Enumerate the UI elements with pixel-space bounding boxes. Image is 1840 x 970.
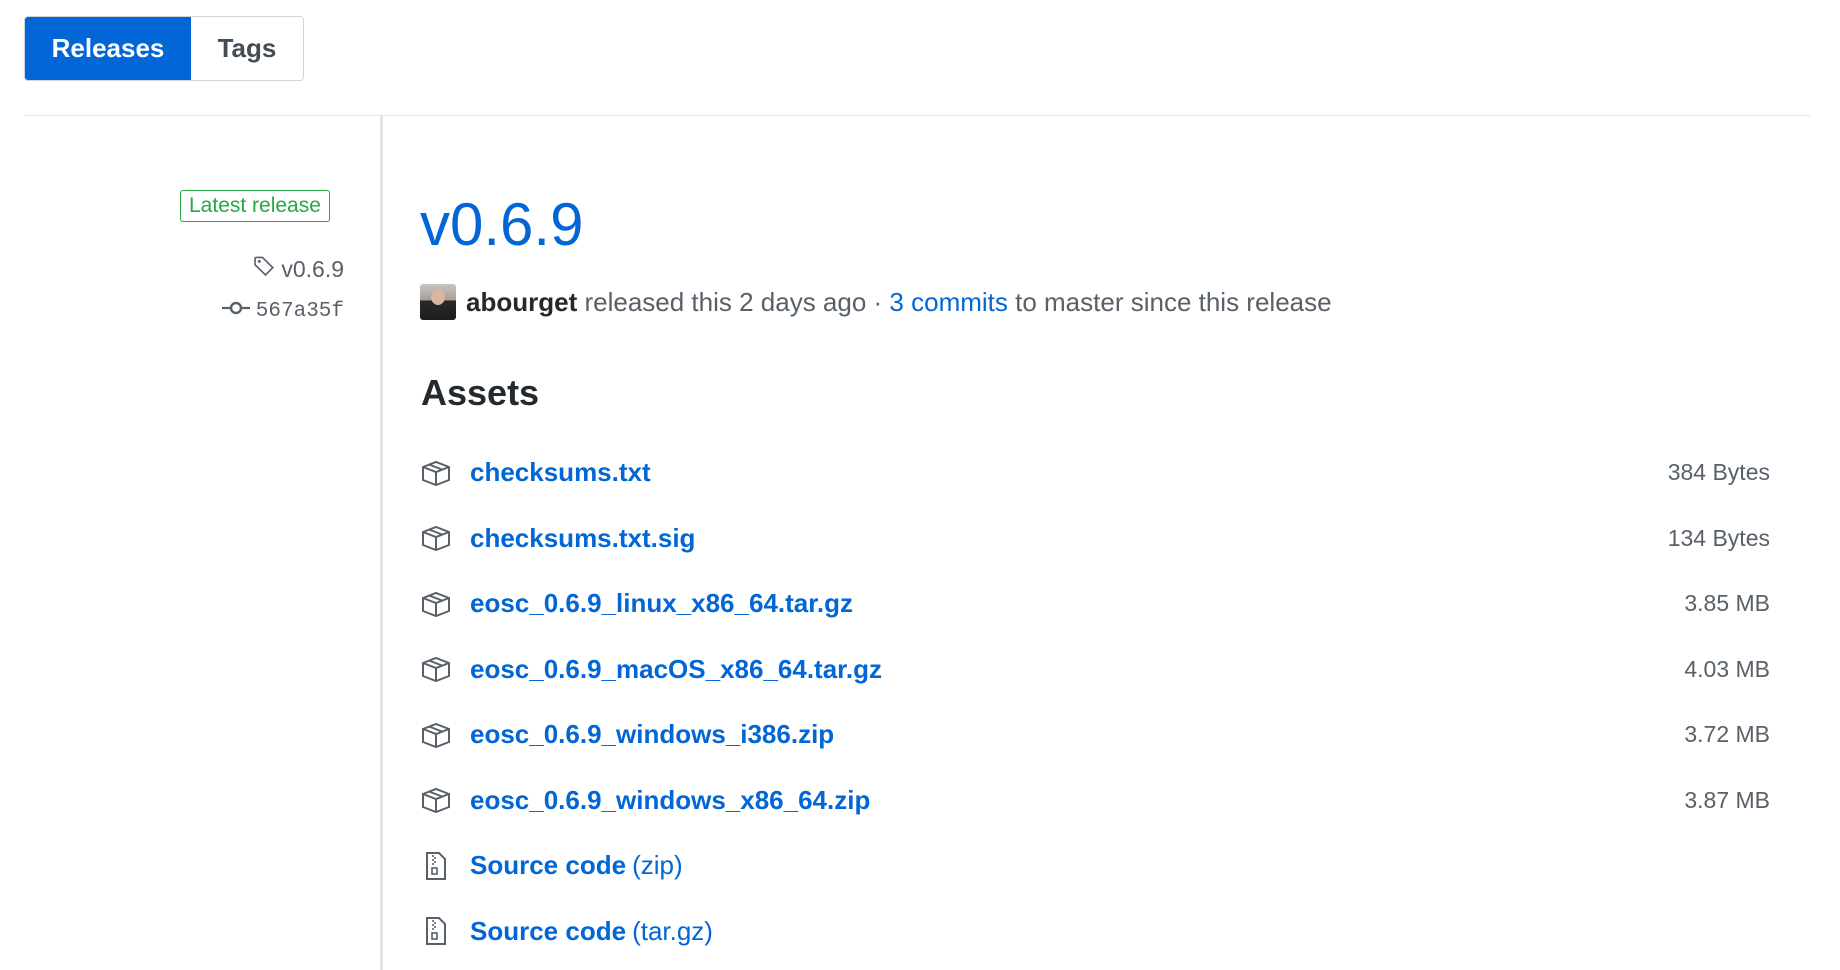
list-item: checksums.txt.sig 134 Bytes [420,506,1770,572]
tag-icon [253,255,275,283]
commit-sha: 567a35f [255,300,344,323]
release-tabs: Releases Tags [24,16,304,81]
list-item: checksums.txt 384 Bytes [420,440,1770,506]
tag-label: v0.6.9 [281,255,344,282]
asset-size: 384 Bytes [1667,459,1770,486]
release-title[interactable]: v0.6.9 [420,195,583,255]
list-item: Source code (zip) [420,833,1770,899]
asset-link[interactable]: eosc_0.6.9_macOS_x86_64.tar.gz [470,654,882,685]
tab-tags[interactable]: Tags [191,17,303,80]
package-icon [420,655,452,683]
release-commit[interactable]: 567a35f [221,300,344,323]
latest-release-badge: Latest release [180,190,330,222]
list-item: eosc_0.6.9_windows_x86_64.zip 3.87 MB [420,768,1770,834]
divider-horizontal [24,115,1810,116]
tab-releases[interactable]: Releases [25,17,191,80]
divider-vertical [380,116,383,970]
source-code-format: (zip) [632,850,683,881]
asset-size: 3.85 MB [1684,590,1770,617]
asset-size: 3.72 MB [1684,721,1770,748]
released-text: released this 2 days ago · [577,286,890,317]
source-code-zip-link[interactable]: Source code (zip) [470,850,683,881]
asset-link[interactable]: eosc_0.6.9_windows_x86_64.zip [470,785,870,816]
package-icon [420,590,452,618]
list-item: Source code (tar.gz) [420,899,1770,965]
release-tag[interactable]: v0.6.9 [253,255,344,283]
commits-suffix: to master since this release [1007,286,1332,317]
asset-size: 3.87 MB [1684,786,1770,813]
avatar[interactable] [420,284,456,320]
release-byline: abourget released this 2 days ago · 3 co… [420,284,1332,320]
commit-icon [221,300,250,323]
asset-size: 4.03 MB [1684,655,1770,682]
package-icon [420,721,452,749]
file-zip-icon [420,851,452,880]
list-item: eosc_0.6.9_windows_i386.zip 3.72 MB [420,702,1770,768]
list-item: eosc_0.6.9_macOS_x86_64.tar.gz 4.03 MB [420,637,1770,703]
source-code-format: (tar.gz) [632,915,713,946]
package-icon [420,524,452,552]
asset-link[interactable]: checksums.txt.sig [470,523,695,554]
assets-list: checksums.txt 384 Bytes checksums.txt.si… [420,440,1770,964]
author-link[interactable]: abourget [466,287,577,318]
source-code-label: Source code [470,915,627,946]
assets-heading: Assets [421,372,540,413]
list-item: eosc_0.6.9_linux_x86_64.tar.gz 3.85 MB [420,571,1770,637]
file-zip-icon [420,917,452,946]
package-icon [420,786,452,814]
commits-link[interactable]: 3 commits [889,287,1007,318]
asset-link[interactable]: eosc_0.6.9_windows_i386.zip [470,719,834,750]
asset-link[interactable]: eosc_0.6.9_linux_x86_64.tar.gz [470,588,853,619]
asset-link[interactable]: checksums.txt [470,457,651,488]
source-code-tar-link[interactable]: Source code (tar.gz) [470,916,713,947]
package-icon [420,459,452,487]
asset-size: 134 Bytes [1667,524,1770,551]
source-code-label: Source code [470,850,627,881]
